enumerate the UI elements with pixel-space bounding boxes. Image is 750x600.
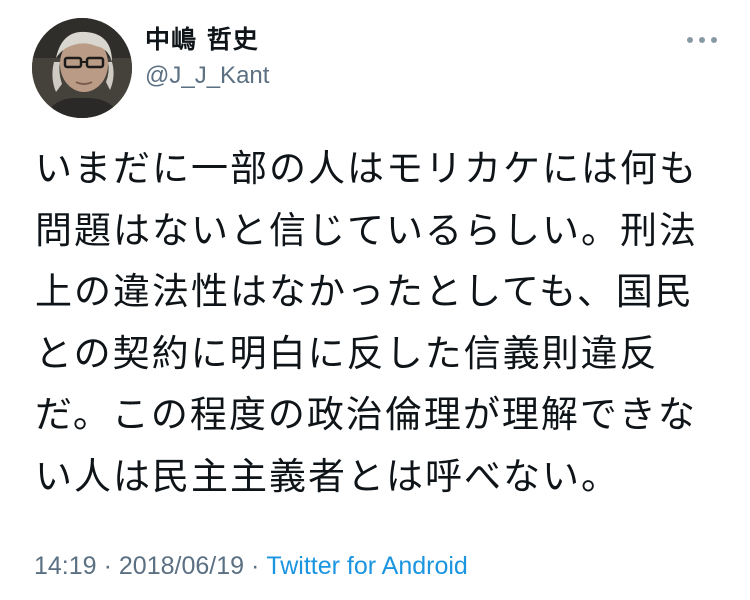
meta-separator: · (103, 552, 112, 580)
avatar[interactable] (32, 18, 132, 118)
user-handle[interactable]: @J_J_Kant (145, 61, 269, 91)
tweet-text: いまだに一部の人はモリカケには何も 問題はないと信じているらしい。刑法 上の違法… (35, 138, 725, 507)
tweet-text-line: だ。この程度の政治倫理が理解できな (35, 393, 697, 436)
tweet-text-line: 問題はないと信じているらしい。刑法 (35, 208, 698, 252)
tweet-time[interactable]: 14:19 (34, 552, 97, 580)
tweet-meta: 14:19 · 2018/06/19 · Twitter for Android (34, 550, 468, 582)
tweet-text-line: い人は民主主義者とは呼べない。 (35, 454, 620, 498)
tweet-text-line: いまだに一部の人はモリカケには何も (35, 147, 698, 190)
tweet-text-line: 上の違法性はなかったとしても、国民 (35, 270, 694, 313)
tweet-card: 中嶋 哲史 @J_J_Kant いまだに一部の人はモリカケには何も 問題はないと… (0, 0, 750, 600)
profile-photo-icon (32, 18, 132, 118)
tweet-date[interactable]: 2018/06/19 (119, 552, 244, 580)
meta-separator: · (251, 552, 260, 580)
more-dots-icon[interactable] (680, 30, 724, 50)
tweet-source-link[interactable]: Twitter for Android (266, 552, 467, 580)
display-name[interactable]: 中嶋 哲史 (145, 24, 259, 56)
tweet-text-line: との契約に明白に反した信義則違反 (35, 331, 659, 375)
